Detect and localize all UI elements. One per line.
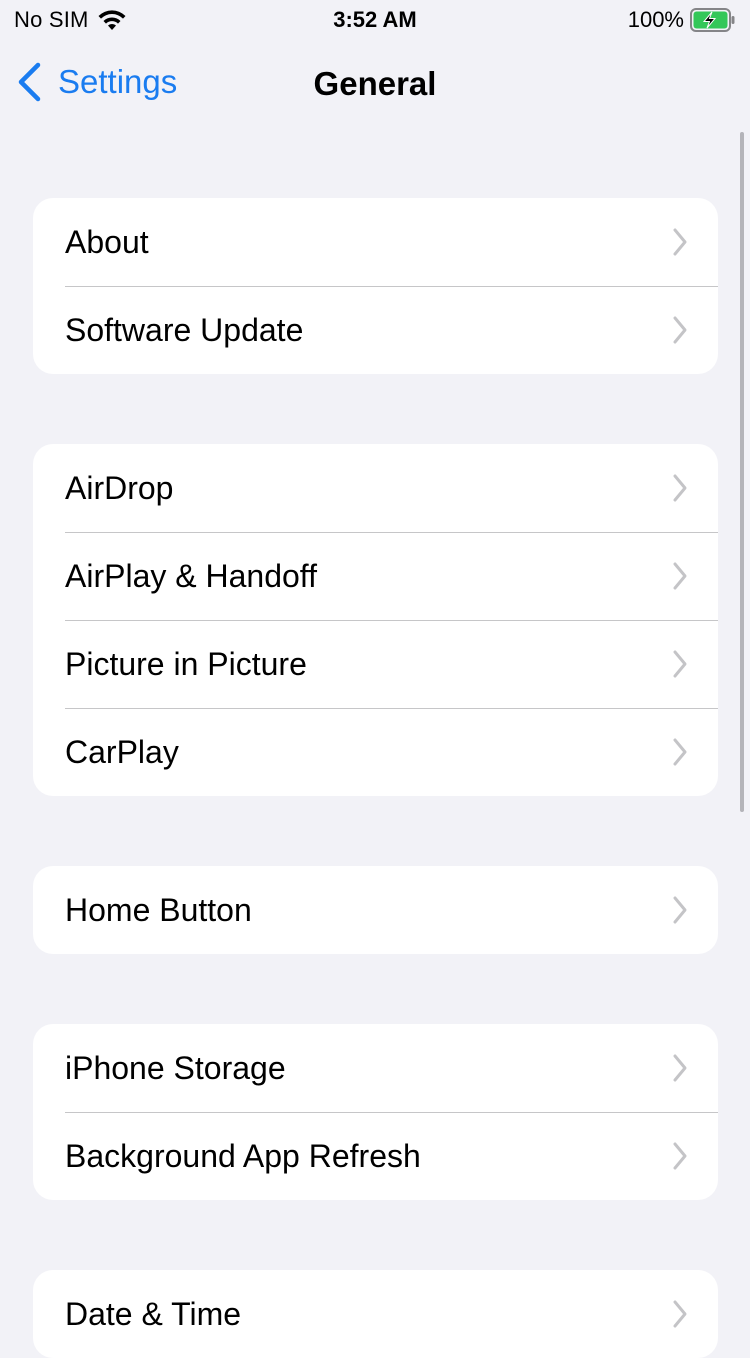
settings-row-about[interactable]: About xyxy=(33,198,718,286)
row-label: Date & Time xyxy=(65,1295,242,1332)
row-label: iPhone Storage xyxy=(65,1049,286,1086)
row-label: Background App Refresh xyxy=(65,1137,421,1174)
settings-row-iphone-storage[interactable]: iPhone Storage xyxy=(33,1024,718,1112)
chevron-right-icon xyxy=(673,1300,687,1328)
settings-group-5: Date & Time xyxy=(33,1270,718,1358)
chevron-right-icon xyxy=(673,1054,687,1082)
row-label: AirPlay & Handoff xyxy=(65,557,317,594)
chevron-right-icon xyxy=(673,562,687,590)
chevron-right-icon xyxy=(673,738,687,766)
settings-group-1: About Software Update xyxy=(33,198,718,374)
row-label: AirDrop xyxy=(65,469,174,506)
settings-row-date-time[interactable]: Date & Time xyxy=(33,1270,718,1358)
row-label: Home Button xyxy=(65,891,252,928)
page-title: General xyxy=(313,65,437,102)
chevron-right-icon xyxy=(673,228,687,256)
settings-row-background-app-refresh[interactable]: Background App Refresh xyxy=(33,1112,718,1200)
row-label: About xyxy=(65,223,149,260)
chevron-right-icon xyxy=(673,316,687,344)
row-label: Software Update xyxy=(65,311,304,348)
settings-group-2: AirDrop AirPlay & Handoff Picture in Pic… xyxy=(33,444,718,796)
chevron-right-icon xyxy=(673,650,687,678)
status-right: 100% xyxy=(628,7,736,33)
chevron-right-icon xyxy=(673,896,687,924)
settings-row-airdrop[interactable]: AirDrop xyxy=(33,444,718,532)
row-label: CarPlay xyxy=(65,733,179,770)
settings-row-picture-in-picture[interactable]: Picture in Picture xyxy=(33,620,718,708)
settings-row-airplay-handoff[interactable]: AirPlay & Handoff xyxy=(33,532,718,620)
settings-row-carplay[interactable]: CarPlay xyxy=(33,708,718,796)
settings-group-4: iPhone Storage Background App Refresh xyxy=(33,1024,718,1200)
battery-percent: 100% xyxy=(627,7,684,32)
scrollbar[interactable] xyxy=(740,132,744,812)
chevron-right-icon xyxy=(673,1142,687,1170)
settings-row-software-update[interactable]: Software Update xyxy=(33,286,718,374)
status-bar: No SIM 3:52 AM 100% xyxy=(0,0,750,40)
settings-group-3: Home Button xyxy=(33,866,718,954)
battery-icon xyxy=(690,8,736,32)
chevron-right-icon xyxy=(673,474,687,502)
navigation-bar: Settings General xyxy=(0,40,750,128)
settings-row-home-button[interactable]: Home Button xyxy=(33,866,718,954)
row-label: Picture in Picture xyxy=(65,645,307,682)
